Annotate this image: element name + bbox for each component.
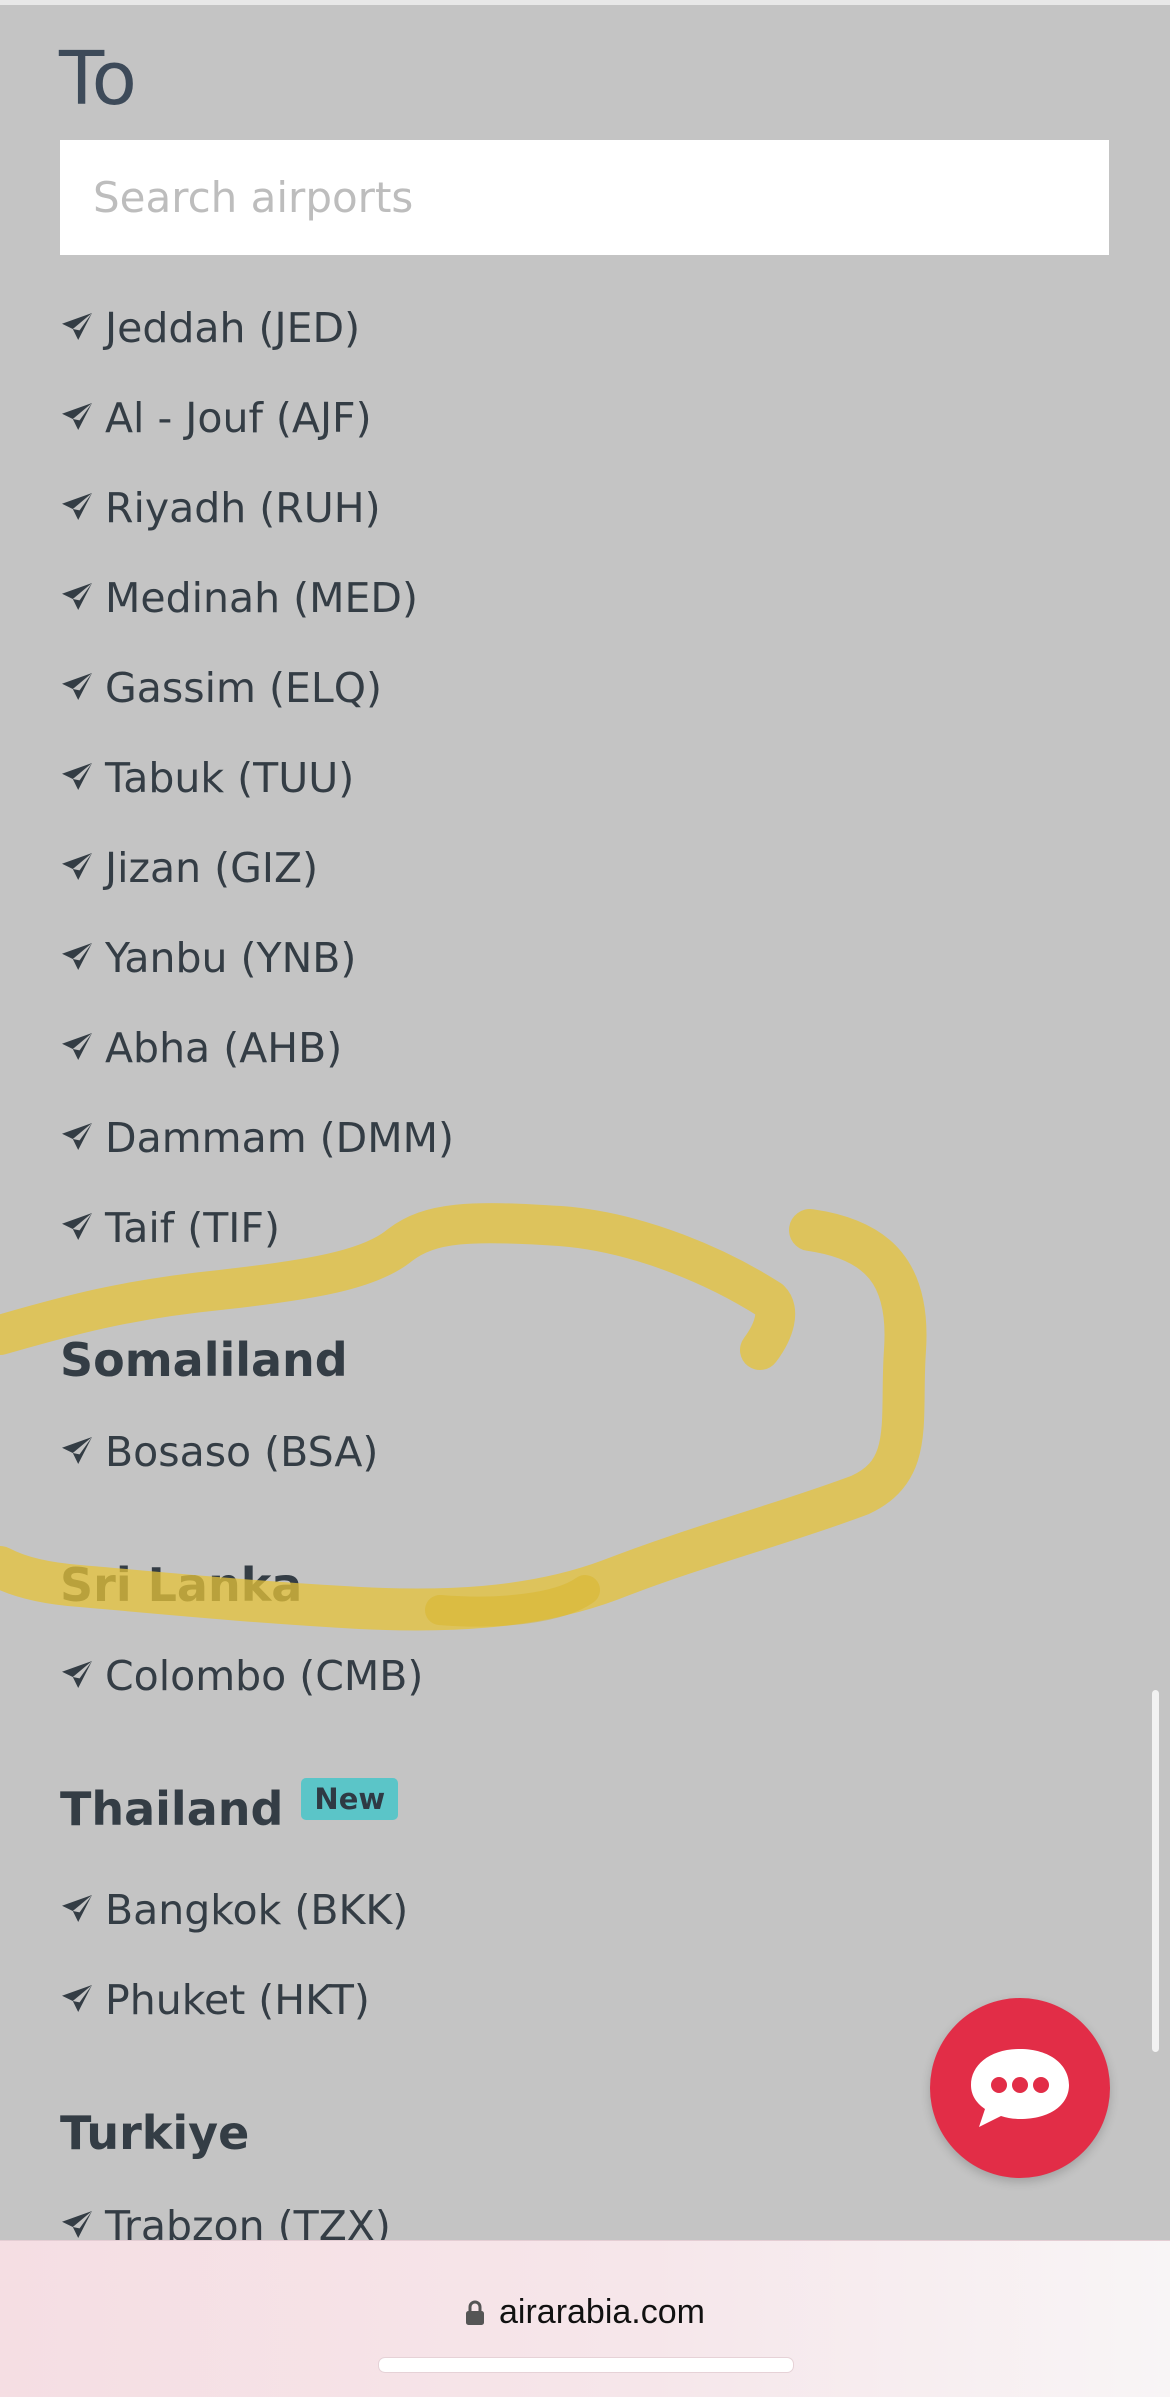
country-heading-thailand: Thailand New <box>60 1778 399 1836</box>
plane-icon <box>62 313 92 340</box>
airport-name: Jizan (GIZ) <box>105 844 319 892</box>
country-name: Somaliland <box>60 1333 348 1387</box>
country-name: Thailand <box>60 1782 284 1836</box>
to-heading: To <box>59 36 137 122</box>
airport-name: Trabzon (TZX) <box>105 2202 391 2240</box>
airport-option-elq[interactable]: Gassim (ELQ) <box>59 658 382 718</box>
home-indicator <box>378 2357 794 2373</box>
airport-option-tuu[interactable]: Tabuk (TUU) <box>59 748 354 808</box>
country-name: Sri Lanka <box>60 1558 303 1612</box>
airport-name: Tabuk (TUU) <box>105 754 355 802</box>
url-display[interactable]: airarabia.com <box>0 2293 1170 2332</box>
airport-option-cmb[interactable]: Colombo (CMB) <box>59 1646 423 1706</box>
airport-name: Colombo (CMB) <box>105 1652 424 1700</box>
destination-picker: To Jeddah (JED) Al - Jouf (AJF) Riyadh (… <box>0 0 1170 2240</box>
country-heading-somaliland: Somaliland <box>60 1333 348 1387</box>
search-airports-input[interactable] <box>60 140 1109 255</box>
country-heading-turkiye: Turkiye <box>60 2106 249 2160</box>
plane-icon <box>62 1985 92 2012</box>
airport-option-tzx[interactable]: Trabzon (TZX) <box>59 2196 391 2240</box>
plane-icon <box>62 1661 92 1688</box>
new-badge: New <box>301 1778 399 1820</box>
plane-icon <box>62 493 92 520</box>
airport-option-ajf[interactable]: Al - Jouf (AJF) <box>59 388 372 448</box>
airport-option-dmm[interactable]: Dammam (DMM) <box>59 1108 454 1168</box>
airport-name: Taif (TIF) <box>105 1204 280 1252</box>
airport-name: Bangkok (BKK) <box>105 1886 409 1934</box>
plane-icon <box>62 1437 92 1464</box>
airport-name: Dammam (DMM) <box>105 1114 454 1162</box>
airport-name: Al - Jouf (AJF) <box>105 394 372 442</box>
country-heading-sri-lanka: Sri Lanka <box>60 1558 302 1612</box>
airport-name: Medinah (MED) <box>105 574 418 622</box>
country-name: Turkiye <box>60 2106 250 2160</box>
plane-icon <box>62 583 92 610</box>
plane-icon <box>62 1895 92 1922</box>
airport-name: Yanbu (YNB) <box>105 934 357 982</box>
chat-bubble-icon <box>971 2049 1069 2127</box>
airport-option-giz[interactable]: Jizan (GIZ) <box>59 838 318 898</box>
airport-name: Abha (AHB) <box>105 1024 343 1072</box>
airport-option-ruh[interactable]: Riyadh (RUH) <box>59 478 381 538</box>
plane-icon <box>62 1033 92 1060</box>
airport-name: Gassim (ELQ) <box>105 664 382 712</box>
lock-icon <box>466 2300 484 2325</box>
plane-icon <box>62 763 92 790</box>
airport-option-ahb[interactable]: Abha (AHB) <box>59 1018 342 1078</box>
airport-name: Bosaso (BSA) <box>105 1428 379 1476</box>
plane-icon <box>62 673 92 700</box>
plane-icon <box>62 943 92 970</box>
airport-option-bsa[interactable]: Bosaso (BSA) <box>59 1422 378 1482</box>
airport-option-tif[interactable]: Taif (TIF) <box>59 1198 280 1258</box>
plane-icon <box>62 1123 92 1150</box>
airport-name: Phuket (HKT) <box>105 1976 370 2024</box>
page-scrollbar[interactable] <box>1152 1690 1159 2052</box>
airport-name: Riyadh (RUH) <box>105 484 381 532</box>
url-text: airarabia.com <box>499 2293 705 2331</box>
airport-option-bkk[interactable]: Bangkok (BKK) <box>59 1880 408 1940</box>
browser-address-bar: airarabia.com <box>0 2240 1170 2397</box>
chat-button[interactable] <box>930 1998 1110 2178</box>
plane-icon <box>62 1213 92 1240</box>
airport-option-jed[interactable]: Jeddah (JED) <box>59 298 360 358</box>
plane-icon <box>62 2211 92 2238</box>
airport-option-ynb[interactable]: Yanbu (YNB) <box>59 928 356 988</box>
plane-icon <box>62 403 92 430</box>
airport-option-med[interactable]: Medinah (MED) <box>59 568 418 628</box>
plane-icon <box>62 853 92 880</box>
airport-option-hkt[interactable]: Phuket (HKT) <box>59 1970 370 2030</box>
airport-name: Jeddah (JED) <box>105 304 361 352</box>
